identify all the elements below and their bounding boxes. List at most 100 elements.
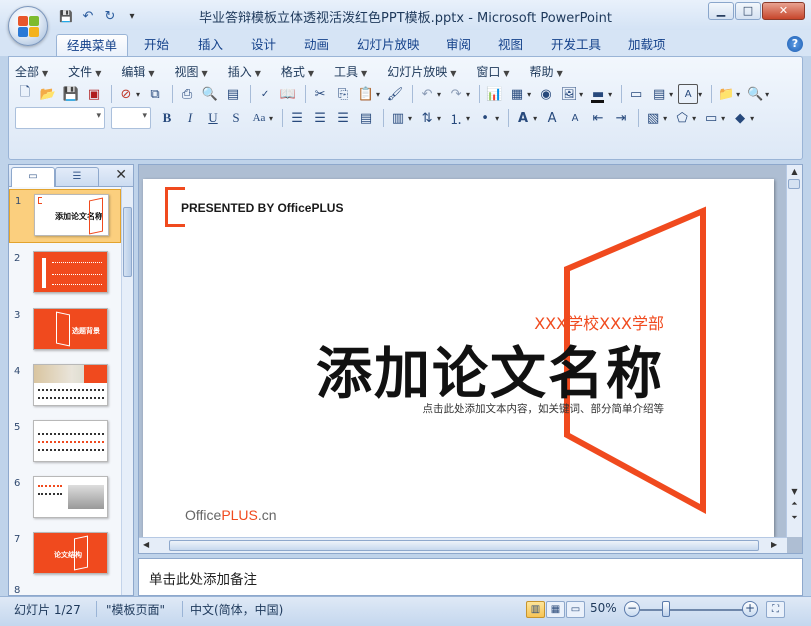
underline-button[interactable]: U [203, 108, 223, 128]
menu-window[interactable]: 窗口 ▼ [476, 63, 509, 81]
thumbnail-slide-4[interactable]: 4 [9, 360, 121, 414]
tab-insert[interactable]: 插入 [188, 34, 233, 56]
office-button[interactable] [8, 6, 48, 46]
normal-view-button[interactable]: ▥ [526, 601, 545, 618]
tab-slideshow[interactable]: 幻灯片放映 [347, 34, 430, 56]
scroll-down-icon[interactable]: ▼ [789, 487, 800, 496]
chevron-down-icon[interactable]: ▾ [136, 90, 140, 99]
text-box-icon[interactable]: A [678, 84, 699, 104]
chevron-down-icon[interactable]: ▾ [608, 90, 612, 99]
print-preview-icon[interactable]: 🔍 [200, 84, 220, 104]
thumbnail-slide-7[interactable]: 7 论文结构 [9, 528, 121, 582]
chevron-down-icon[interactable]: ▾ [466, 90, 470, 99]
quick-print-icon[interactable]: ▤ [223, 84, 243, 104]
zoom-in-icon[interactable]: + [742, 601, 758, 617]
chevron-down-icon[interactable]: ▾ [579, 90, 583, 99]
copy-icon[interactable]: ⎘ [333, 84, 353, 104]
undo-icon[interactable]: ↶ [417, 84, 437, 104]
thumbnails-scrollbar[interactable] [121, 187, 133, 595]
tab-view[interactable]: 视图 [488, 34, 533, 56]
chevron-down-icon[interactable]: ▾ [437, 90, 441, 99]
italic-button[interactable]: I [180, 108, 200, 128]
menu-slideshow[interactable]: 幻灯片放映 ▼ [387, 63, 456, 81]
align-left-icon[interactable]: ☰ [287, 108, 307, 128]
chevron-down-icon[interactable]: ▾ [765, 90, 769, 99]
chevron-down-icon[interactable]: ▾ [721, 114, 725, 123]
spelling-icon[interactable]: ✓ [255, 84, 275, 104]
save-icon[interactable]: 💾 [61, 84, 81, 104]
description-text[interactable]: 点击此处添加文本内容，如关键词、部分简单介绍等 [423, 401, 665, 416]
chevron-down-icon[interactable]: ▾ [408, 114, 412, 123]
font-name-select[interactable] [15, 107, 105, 129]
menu-format[interactable]: 格式 ▼ [281, 63, 314, 81]
minimize-button[interactable]: ▁ [708, 2, 734, 20]
picture-icon[interactable]: 🖼 [559, 84, 579, 104]
scroll-up-icon[interactable]: ▲ [789, 167, 800, 176]
scroll-right-icon[interactable]: ▶ [771, 540, 777, 549]
scrollbar-thumb[interactable] [169, 540, 759, 551]
notes-placeholder[interactable]: 单击此处添加备注 [149, 568, 257, 588]
chevron-down-icon[interactable]: ▾ [466, 114, 470, 123]
tab-addins[interactable]: 加载项 [618, 34, 676, 56]
slide-canvas[interactable]: PRESENTED BY OfficePLUS XXX学校XXX学部 添加论文名… [143, 179, 774, 537]
tab-design[interactable]: 设计 [241, 34, 286, 56]
tab-home[interactable]: 开始 [134, 34, 179, 56]
next-slide-icon[interactable]: ⏷ [789, 513, 800, 523]
menu-tools[interactable]: 工具 ▼ [334, 63, 367, 81]
redo-icon[interactable]: ↷ [446, 84, 466, 104]
line-color-icon[interactable]: ▬ [588, 84, 608, 104]
align-right-icon[interactable]: ☰ [333, 108, 353, 128]
chevron-down-icon[interactable]: ▾ [437, 114, 441, 123]
tab-animation[interactable]: 动画 [294, 34, 339, 56]
help-icon[interactable]: ? [787, 36, 803, 52]
new-slide-icon[interactable]: ▭ [626, 84, 646, 104]
zoom-slider-track[interactable] [640, 609, 746, 611]
open-folder-icon[interactable]: 📂 [38, 84, 58, 104]
columns-icon[interactable]: ▥ [388, 108, 408, 128]
menu-file[interactable]: 文件 ▼ [68, 63, 101, 81]
tab-slides[interactable]: ▭ [11, 167, 55, 187]
thumbnail-slide-3[interactable]: 3 选题背景 [9, 304, 121, 358]
chevron-down-icon[interactable]: ▾ [698, 90, 702, 99]
menu-all[interactable]: 全部 ▼ [15, 63, 48, 81]
shrink-font-icon[interactable]: A [565, 108, 585, 128]
tab-review[interactable]: 审阅 [436, 34, 481, 56]
vertical-scrollbar[interactable]: ▲ ▼ ⏶ ⏷ [786, 165, 802, 537]
chevron-down-icon[interactable]: ▾ [495, 114, 499, 123]
previous-slide-icon[interactable]: ⏶ [789, 499, 800, 509]
print-icon[interactable]: ⎙ [177, 84, 197, 104]
bullet-list-icon[interactable]: • [475, 108, 495, 128]
thumbnail-slide-6[interactable]: 6 [9, 472, 121, 526]
notes-pane[interactable]: 单击此处添加备注 [138, 558, 803, 596]
close-pane-icon[interactable]: ✕ [115, 167, 127, 183]
chevron-down-icon[interactable]: ▾ [269, 114, 273, 123]
scrollbar-thumb[interactable] [123, 207, 132, 277]
align-center-icon[interactable]: ☰ [310, 108, 330, 128]
menu-insert[interactable]: 插入 ▼ [228, 63, 261, 81]
horizontal-scrollbar[interactable]: ◀ ▶ [139, 537, 787, 553]
scrollbar-thumb[interactable] [788, 179, 800, 189]
permission-icon[interactable]: ⊘ [116, 84, 136, 104]
research-icon[interactable]: 📖 [278, 84, 298, 104]
paste-icon[interactable]: 📋 [356, 84, 376, 104]
thesis-title[interactable]: 添加论文名称 [316, 329, 664, 410]
chevron-down-icon[interactable]: ▾ [750, 114, 754, 123]
attach-icon[interactable]: ⧉ [145, 84, 165, 104]
chevron-down-icon[interactable]: ▾ [669, 90, 673, 99]
folder-icon[interactable]: 📁 [716, 84, 736, 104]
presented-by-text[interactable]: PRESENTED BY OfficePLUS [181, 201, 343, 215]
quick-styles-icon[interactable]: ▭ [701, 108, 721, 128]
menu-edit[interactable]: 编辑 ▼ [121, 63, 154, 81]
chevron-down-icon[interactable]: ▾ [376, 90, 380, 99]
format-painter-icon[interactable]: 🖌 [385, 84, 405, 104]
smartart-icon[interactable]: ◉ [536, 84, 556, 104]
shape-fill-icon[interactable]: ◆ [730, 108, 750, 128]
slide-sorter-button[interactable]: ▦ [546, 601, 565, 618]
fit-to-window-icon[interactable]: ⛶ [766, 601, 785, 618]
chevron-down-icon[interactable]: ▾ [663, 114, 667, 123]
font-color-icon[interactable]: A [513, 108, 533, 128]
bold-button[interactable]: B [157, 108, 177, 128]
layout-icon[interactable]: ▤ [649, 84, 669, 104]
zoom-level[interactable]: 50% [590, 601, 617, 615]
table-icon[interactable]: ▦ [507, 84, 527, 104]
